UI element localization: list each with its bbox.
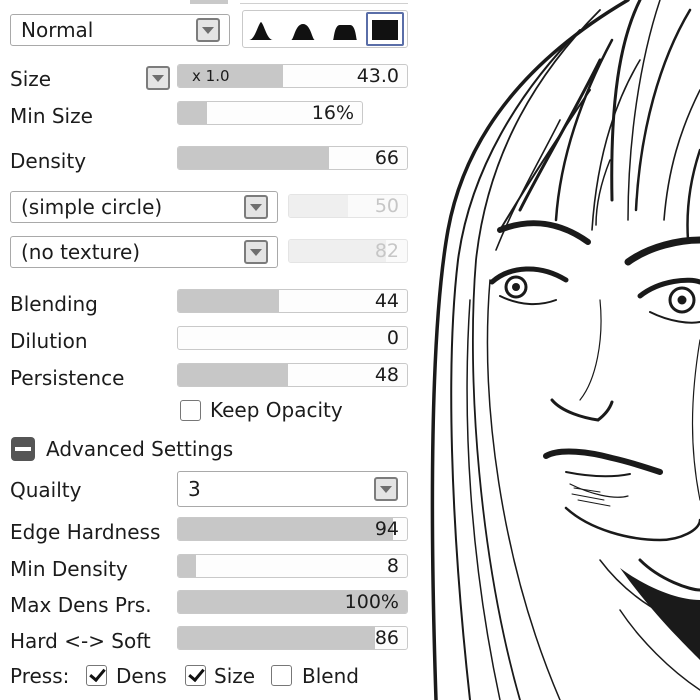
texture-select[interactable]: (no texture)	[10, 236, 278, 268]
medium-peak-icon	[291, 24, 315, 40]
advanced-settings-toggle[interactable]	[11, 437, 35, 461]
quality-dropdown-button[interactable]	[374, 477, 398, 501]
brush-shape-sharp-peak[interactable]	[248, 14, 274, 42]
hard-soft-slider-fill	[178, 627, 375, 649]
brush-shape-square[interactable]	[366, 12, 404, 46]
press-size-label: Size	[214, 664, 256, 688]
persistence-slider[interactable]: 48	[177, 363, 408, 387]
shape-amount-slider-fill	[289, 195, 348, 217]
blending-slider-fill	[178, 290, 279, 312]
min-density-slider-fill	[178, 555, 197, 577]
edge-hardness-slider[interactable]: 94	[177, 517, 408, 541]
keep-opacity-checkbox[interactable]	[180, 400, 201, 421]
min-size-value: 16%	[311, 102, 354, 124]
quality-label: Quailty	[10, 478, 82, 502]
texture-dropdown-button[interactable]	[244, 240, 268, 264]
persistence-value: 48	[374, 364, 399, 386]
persistence-label: Persistence	[10, 366, 125, 390]
sharp-peak-icon	[249, 22, 273, 40]
min-size-label: Min Size	[10, 104, 93, 128]
dilution-slider[interactable]: 0	[177, 326, 408, 350]
blend-mode-dropdown-button[interactable]	[196, 18, 220, 42]
minus-icon	[15, 447, 31, 451]
min-density-slider[interactable]: 8	[177, 554, 408, 578]
press-label: Press:	[10, 664, 70, 688]
brush-shape-dropdown-button[interactable]	[244, 195, 268, 219]
hard-soft-value: 86	[374, 627, 399, 649]
quality-value: 3	[188, 477, 201, 501]
size-multiplier-dropdown[interactable]	[146, 66, 170, 90]
shape-amount-slider[interactable]: 50	[288, 194, 408, 218]
check-icon	[188, 664, 205, 683]
texture-amount-slider-fill	[289, 240, 386, 262]
max-dens-prs-slider[interactable]: 100%	[177, 590, 408, 614]
edge-hardness-label: Edge Hardness	[10, 520, 161, 544]
density-value: 66	[374, 147, 399, 169]
max-dens-prs-label: Max Dens Prs.	[10, 593, 152, 617]
texture-select-value: (no texture)	[21, 240, 141, 264]
chevron-down-icon	[380, 486, 392, 493]
blend-mode-value: Normal	[21, 18, 94, 42]
dilution-value: 0	[386, 327, 399, 349]
top-partial-border	[240, 0, 408, 4]
blend-mode-select[interactable]: Normal	[10, 14, 230, 46]
density-label: Density	[10, 149, 87, 173]
flat-peak-icon	[333, 25, 357, 40]
press-size-checkbox[interactable]	[185, 664, 206, 686]
sketch-illustration	[430, 0, 700, 700]
brush-shape-select-value: (simple circle)	[21, 195, 163, 219]
min-density-label: Min Density	[10, 557, 128, 581]
press-dens-checkbox[interactable]	[86, 664, 107, 686]
chevron-down-icon	[250, 204, 262, 211]
keep-opacity-label: Keep Opacity	[210, 398, 343, 422]
chevron-down-icon	[152, 75, 164, 82]
press-blend-label: Blend	[302, 664, 359, 688]
texture-amount-value: 82	[374, 240, 399, 262]
blending-slider[interactable]: 44	[177, 289, 408, 313]
press-blend-checkbox[interactable]	[271, 665, 292, 686]
square-icon	[372, 20, 398, 40]
max-dens-prs-value: 100%	[344, 591, 399, 613]
dilution-label: Dilution	[10, 329, 88, 353]
size-multiplier-value: x 1.0	[192, 67, 230, 85]
brush-shape-flat-peak[interactable]	[332, 14, 358, 42]
edge-hardness-slider-fill	[178, 518, 394, 540]
advanced-settings-label: Advanced Settings	[46, 437, 234, 461]
press-dens-label: Dens	[116, 664, 167, 688]
chevron-down-icon	[202, 27, 214, 34]
blending-value: 44	[374, 290, 399, 312]
size-value: 43.0	[356, 65, 399, 87]
size-label: Size	[10, 67, 52, 91]
density-slider-fill	[178, 147, 330, 169]
edge-hardness-value: 94	[374, 518, 399, 540]
check-icon	[89, 664, 106, 683]
hard-soft-label: Hard <-> Soft	[10, 629, 151, 653]
brush-shape-select[interactable]: (simple circle)	[10, 191, 278, 223]
persistence-slider-fill	[178, 364, 288, 386]
min-size-slider[interactable]: 16%	[177, 101, 363, 125]
top-partial-control	[190, 0, 228, 4]
chevron-down-icon	[250, 249, 262, 256]
density-slider[interactable]: 66	[177, 146, 408, 170]
texture-amount-slider[interactable]: 82	[288, 239, 408, 263]
drawing-canvas[interactable]	[418, 0, 700, 700]
shape-amount-value: 50	[374, 195, 399, 217]
quality-select[interactable]: 3	[177, 471, 408, 507]
min-density-value: 8	[386, 555, 399, 577]
size-slider[interactable]: x 1.0 43.0	[177, 64, 408, 88]
blending-label: Blending	[10, 292, 98, 316]
brush-shape-medium-peak[interactable]	[290, 14, 316, 42]
min-size-slider-fill	[178, 102, 208, 124]
hard-soft-slider[interactable]: 86	[177, 626, 408, 650]
brush-settings-panel: Normal Size x 1.0 43.0 Min Size 16% Dens…	[0, 0, 418, 700]
